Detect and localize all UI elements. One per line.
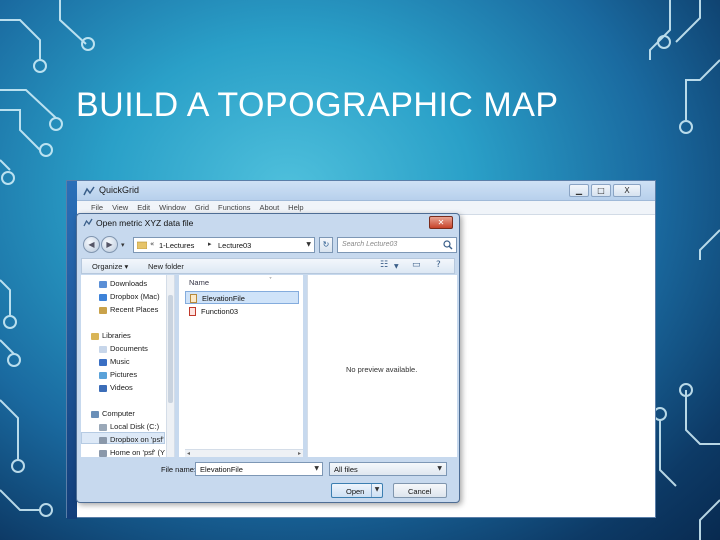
file-list-pane: Name ˅ ElevationFile Function03 ◂ ▸ bbox=[179, 275, 303, 457]
menu-help[interactable]: Help bbox=[288, 203, 303, 212]
file-name-dropdown-icon[interactable]: ▼ bbox=[314, 465, 319, 472]
music-icon bbox=[99, 358, 107, 366]
view-options-icon[interactable]: ☷ bbox=[380, 260, 388, 270]
menu-functions[interactable]: Functions bbox=[218, 203, 251, 212]
folder-icon bbox=[137, 241, 147, 249]
file-icon bbox=[189, 307, 196, 316]
file-row-elevationfile[interactable]: ElevationFile bbox=[185, 291, 299, 304]
nav-item-dropbox-psf[interactable]: Dropbox on 'psf' bbox=[99, 435, 164, 444]
documents-icon bbox=[99, 345, 107, 353]
search-icon bbox=[443, 240, 453, 250]
pictures-icon bbox=[99, 371, 107, 379]
dialog-title: Open metric XYZ data file bbox=[96, 218, 194, 228]
file-name-input[interactable]: ElevationFile ▼ bbox=[195, 462, 323, 476]
quickgrid-title: QuickGrid bbox=[99, 185, 140, 195]
breadcrumb-lectures[interactable]: 1-Lectures bbox=[159, 241, 194, 250]
preview-pane: No preview available. bbox=[307, 275, 457, 457]
nav-item-music[interactable]: Music bbox=[99, 357, 130, 366]
file-name-value: ElevationFile bbox=[200, 465, 243, 474]
address-dropdown-icon[interactable]: ▼ bbox=[306, 241, 311, 248]
minimize-button[interactable]: ▁ bbox=[569, 184, 589, 197]
preview-pane-icon[interactable]: ▭ bbox=[412, 260, 421, 270]
breadcrumb-overflow[interactable]: « bbox=[150, 240, 154, 248]
dropbox-icon bbox=[99, 293, 107, 301]
scroll-left-icon[interactable]: ◂ bbox=[187, 450, 190, 457]
cancel-button-label: Cancel bbox=[408, 487, 432, 496]
nav-item-downloads[interactable]: Downloads bbox=[99, 279, 147, 288]
nav-item-documents[interactable]: Documents bbox=[99, 344, 148, 353]
breadcrumb-separator-icon[interactable]: ▸ bbox=[208, 240, 212, 248]
drive-icon bbox=[99, 423, 107, 431]
forward-button[interactable]: ▶ bbox=[101, 236, 118, 253]
preview-message: No preview available. bbox=[346, 365, 418, 374]
breadcrumb-lecture03[interactable]: Lecture03 bbox=[218, 241, 251, 250]
nav-item-pictures[interactable]: Pictures bbox=[99, 370, 137, 379]
dialog-titlebar[interactable]: Open metric XYZ data file ✕ bbox=[77, 214, 459, 232]
column-header-name[interactable]: Name ˅ bbox=[189, 277, 272, 287]
menu-edit[interactable]: Edit bbox=[137, 203, 150, 212]
nav-item-home-psf[interactable]: Home on 'psf' (Y bbox=[99, 448, 165, 457]
dialog-toolbar: Organize ▾ New folder ☷ ▼ ▭ ? bbox=[81, 258, 455, 274]
nav-scroll-thumb[interactable] bbox=[168, 295, 173, 403]
menu-window[interactable]: Window bbox=[159, 203, 186, 212]
file-pane-hscrollbar[interactable]: ◂ ▸ bbox=[185, 449, 303, 457]
recent-places-icon bbox=[99, 306, 107, 314]
menu-view[interactable]: View bbox=[112, 203, 128, 212]
file-type-select[interactable]: All files ▼ bbox=[329, 462, 447, 476]
open-button[interactable]: Open ▼ bbox=[331, 483, 383, 498]
organize-button[interactable]: Organize ▾ bbox=[92, 262, 128, 271]
recent-locations-dropdown-icon[interactable]: ▾ bbox=[121, 241, 125, 249]
nav-item-recent-places[interactable]: Recent Places bbox=[99, 305, 158, 314]
quickgrid-titlebar[interactable]: QuickGrid ▁ □ X bbox=[77, 181, 655, 201]
help-icon[interactable]: ? bbox=[436, 260, 441, 270]
open-button-label: Open bbox=[346, 487, 365, 496]
window-close-button[interactable]: X bbox=[613, 184, 641, 197]
navigation-pane: Downloads Dropbox (Mac) Recent Places Li… bbox=[81, 275, 175, 457]
dialog-close-button[interactable]: ✕ bbox=[429, 216, 453, 229]
open-split-dropdown-icon[interactable]: ▼ bbox=[371, 484, 382, 497]
menu-file[interactable]: File bbox=[91, 203, 103, 212]
file-row-function03[interactable]: Function03 bbox=[185, 305, 299, 318]
libraries-icon bbox=[91, 332, 99, 340]
network-drive-icon bbox=[99, 436, 107, 444]
back-button[interactable]: ◀ bbox=[83, 236, 100, 253]
file-name-label: File name: bbox=[161, 465, 197, 474]
maximize-button[interactable]: □ bbox=[591, 184, 611, 197]
videos-icon bbox=[99, 384, 107, 392]
slide-title: BUILD A TOPOGRAPHIC MAP bbox=[76, 86, 559, 124]
file-type-value: All files bbox=[334, 465, 358, 474]
network-drive-icon bbox=[99, 449, 107, 457]
search-input[interactable]: Search Lecture03 bbox=[337, 237, 457, 253]
new-folder-button[interactable]: New folder bbox=[148, 262, 184, 271]
open-file-dialog: Open metric XYZ data file ✕ ◀ ▶ ▾ « 1-Le… bbox=[76, 213, 460, 503]
nav-item-local-disk[interactable]: Local Disk (C:) bbox=[99, 422, 159, 431]
quickgrid-app-icon bbox=[83, 186, 95, 196]
downloads-icon bbox=[99, 280, 107, 288]
nav-item-videos[interactable]: Videos bbox=[99, 383, 133, 392]
nav-pane-scrollbar[interactable] bbox=[166, 275, 174, 457]
cancel-button[interactable]: Cancel bbox=[393, 483, 447, 498]
file-icon bbox=[190, 294, 197, 303]
search-placeholder: Search Lecture03 bbox=[342, 241, 398, 248]
nav-item-computer[interactable]: Computer bbox=[91, 409, 135, 418]
file-type-dropdown-icon[interactable]: ▼ bbox=[437, 465, 442, 472]
refresh-button[interactable]: ↻ bbox=[319, 237, 333, 253]
computer-icon bbox=[91, 410, 99, 418]
nav-item-libraries[interactable]: Libraries bbox=[91, 331, 131, 340]
view-dropdown-icon[interactable]: ▼ bbox=[394, 263, 399, 270]
menu-grid[interactable]: Grid bbox=[195, 203, 209, 212]
dialog-app-icon bbox=[83, 218, 93, 227]
address-bar[interactable]: « 1-Lectures ▸ Lecture03 ▼ bbox=[133, 237, 315, 253]
scroll-right-icon[interactable]: ▸ bbox=[298, 450, 301, 457]
sort-caret-icon: ˅ bbox=[269, 277, 272, 284]
nav-item-dropbox-mac[interactable]: Dropbox (Mac) bbox=[99, 292, 160, 301]
menu-about[interactable]: About bbox=[260, 203, 280, 212]
dialog-bottom-bar: File name: ElevationFile ▼ All files ▼ O… bbox=[81, 459, 455, 501]
dialog-navbar: ◀ ▶ ▾ « 1-Lectures ▸ Lecture03 ▼ ↻ Searc… bbox=[81, 234, 457, 256]
